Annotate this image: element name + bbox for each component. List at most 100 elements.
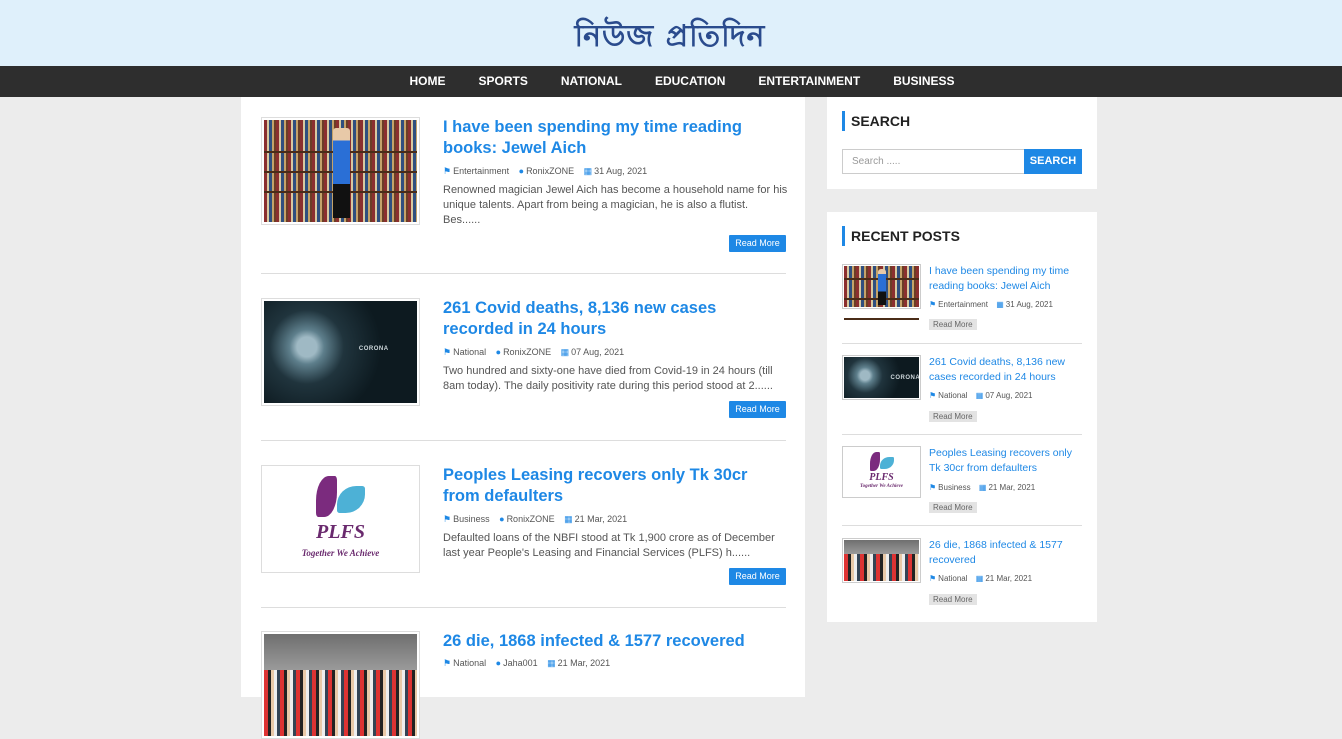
recent-post-image bbox=[844, 540, 919, 581]
post-card: PLFS Together We Achieve Peoples Leasing… bbox=[261, 465, 786, 590]
nav-item-sports[interactable]: SPORTS bbox=[462, 66, 544, 97]
recent-post-thumbnail[interactable] bbox=[842, 264, 921, 309]
post-image bbox=[264, 120, 417, 222]
tag-icon: ⚑ bbox=[929, 391, 937, 400]
divider bbox=[842, 525, 1082, 526]
recent-post-date: 21 Mar, 2021 bbox=[985, 574, 1033, 583]
nav-item-entertainment[interactable]: ENTERTAINMENT bbox=[742, 66, 877, 97]
read-more-button[interactable]: Read More bbox=[729, 235, 786, 252]
search-widget-title: SEARCH bbox=[842, 111, 910, 131]
tag-icon: ⚑ bbox=[443, 347, 452, 357]
post-excerpt: Two hundred and sixty-one have died from… bbox=[443, 365, 773, 392]
plfs-brand-text: PLFS bbox=[316, 521, 365, 544]
recent-post-item: PLFS Together We Achieve Peoples Leasing… bbox=[842, 446, 1082, 516]
recent-post-date: 07 Aug, 2021 bbox=[985, 391, 1033, 400]
calendar-icon: ▦ bbox=[547, 658, 556, 668]
post-category[interactable]: National bbox=[453, 347, 486, 357]
post-meta: ⚑ National ● RonixZONE ▦ 07 Aug, 2021 bbox=[443, 347, 624, 358]
recent-post-category[interactable]: Business bbox=[938, 483, 970, 492]
site-header: নিউজ প্রতিদিন bbox=[0, 0, 1342, 66]
post-date: 31 Aug, 2021 bbox=[594, 166, 648, 176]
tag-icon: ⚑ bbox=[929, 300, 937, 309]
post-category[interactable]: National bbox=[453, 658, 486, 668]
post-thumbnail[interactable]: PLFS Together We Achieve bbox=[261, 465, 420, 573]
post-date: 07 Aug, 2021 bbox=[571, 347, 625, 357]
post-title[interactable]: I have been spending my time reading boo… bbox=[443, 117, 788, 159]
calendar-icon: ▦ bbox=[560, 347, 570, 357]
plfs-logo-mark bbox=[880, 456, 894, 470]
recent-post-thumbnail[interactable] bbox=[842, 538, 921, 583]
post-image bbox=[264, 301, 417, 403]
post-thumbnail[interactable] bbox=[261, 298, 420, 406]
plfs-logo-mark bbox=[316, 476, 338, 517]
nav-list: HOME SPORTS NATIONAL EDUCATION ENTERTAIN… bbox=[393, 66, 971, 97]
recent-post-title[interactable]: Peoples Leasing recovers only Tk 30cr fr… bbox=[929, 446, 1084, 476]
post-card: I have been spending my time reading boo… bbox=[261, 117, 788, 257]
site-logo[interactable]: নিউজ প্রতিদিন bbox=[572, 12, 768, 63]
divider bbox=[842, 343, 1082, 344]
post-date: 21 Mar, 2021 bbox=[574, 514, 628, 524]
user-icon: ● bbox=[495, 347, 502, 357]
post-excerpt: Renowned magician Jewel Aich has become … bbox=[443, 184, 788, 226]
post-meta: ⚑ National ● Jaha001 ▦ 21 Mar, 2021 bbox=[443, 658, 610, 669]
plfs-logo-mark bbox=[869, 451, 880, 472]
recent-post-category[interactable]: Entertainment bbox=[938, 300, 988, 309]
post-author[interactable]: RonixZONE bbox=[507, 514, 555, 524]
recent-post-image: PLFS Together We Achieve bbox=[844, 448, 919, 496]
search-input[interactable]: Search ..... bbox=[842, 149, 1025, 174]
post-author[interactable]: RonixZONE bbox=[526, 166, 574, 176]
recent-post-meta: ⚑ National ▦ 21 Mar, 2021 bbox=[929, 574, 1032, 583]
search-button[interactable]: SEARCH bbox=[1024, 149, 1082, 174]
calendar-icon: ▦ bbox=[975, 391, 984, 400]
divider bbox=[842, 434, 1082, 435]
post-category[interactable]: Business bbox=[453, 514, 490, 524]
recent-post-thumbnail[interactable]: PLFS Together We Achieve bbox=[842, 446, 921, 498]
post-excerpt: Defaulted loans of the NBFI stood at Tk … bbox=[443, 532, 775, 559]
recent-post-thumbnail[interactable] bbox=[842, 355, 921, 400]
plfs-logo-mark bbox=[337, 486, 365, 513]
recent-post-date: 31 Aug, 2021 bbox=[1005, 300, 1053, 309]
post-category[interactable]: Entertainment bbox=[453, 166, 509, 176]
recent-post-meta: ⚑ National ▦ 07 Aug, 2021 bbox=[929, 391, 1032, 400]
nav-item-education[interactable]: EDUCATION bbox=[638, 66, 741, 97]
post-date: 21 Mar, 2021 bbox=[557, 658, 611, 668]
recent-post-category[interactable]: National bbox=[938, 391, 967, 400]
recent-read-more-button[interactable]: Read More bbox=[929, 502, 977, 513]
nav-item-business[interactable]: BUSINESS bbox=[877, 66, 971, 97]
recent-read-more-button[interactable]: Read More bbox=[929, 594, 977, 605]
search-widget: SEARCH Search ..... SEARCH bbox=[827, 97, 1097, 189]
post-author[interactable]: RonixZONE bbox=[503, 347, 551, 357]
recent-post-item: 261 Covid deaths, 8,136 new cases record… bbox=[842, 355, 1082, 425]
user-icon: ● bbox=[495, 658, 502, 668]
plfs-slogan-text: Together We Achieve bbox=[301, 547, 380, 558]
tag-icon: ⚑ bbox=[929, 483, 937, 492]
post-meta: ⚑ Business ● RonixZONE ▦ 21 Mar, 2021 bbox=[443, 514, 627, 525]
post-title[interactable]: Peoples Leasing recovers only Tk 30cr fr… bbox=[443, 465, 788, 507]
recent-read-more-button[interactable]: Read More bbox=[929, 411, 977, 422]
nav-item-national[interactable]: NATIONAL bbox=[544, 66, 638, 97]
post-author[interactable]: Jaha001 bbox=[503, 658, 538, 668]
divider bbox=[261, 440, 786, 441]
post-title[interactable]: 26 die, 1868 infected & 1577 recovered bbox=[443, 631, 788, 652]
post-thumbnail[interactable] bbox=[261, 117, 420, 225]
recent-post-title[interactable]: 26 die, 1868 infected & 1577 recovered bbox=[929, 538, 1084, 568]
nav-item-home[interactable]: HOME bbox=[393, 66, 462, 97]
read-more-button[interactable]: Read More bbox=[729, 568, 786, 585]
post-card: 26 die, 1868 infected & 1577 recovered ⚑… bbox=[261, 631, 788, 739]
post-image: PLFS Together We Achieve bbox=[264, 468, 417, 570]
tag-icon: ⚑ bbox=[443, 514, 452, 524]
recent-posts-widget: RECENT POSTS I have been spending my tim… bbox=[827, 212, 1097, 622]
post-card: 261 Covid deaths, 8,136 new cases record… bbox=[261, 298, 786, 423]
read-more-button[interactable]: Read More bbox=[729, 401, 786, 418]
recent-post-category[interactable]: National bbox=[938, 574, 967, 583]
recent-post-image bbox=[844, 266, 919, 307]
recent-post-image bbox=[844, 357, 920, 398]
post-title[interactable]: 261 Covid deaths, 8,136 new cases record… bbox=[443, 298, 788, 340]
tag-icon: ⚑ bbox=[929, 574, 937, 583]
recent-post-title[interactable]: 261 Covid deaths, 8,136 new cases record… bbox=[929, 355, 1084, 385]
user-icon: ● bbox=[518, 166, 525, 176]
recent-read-more-button[interactable]: Read More bbox=[929, 319, 977, 330]
divider bbox=[261, 273, 786, 274]
post-thumbnail[interactable] bbox=[261, 631, 420, 739]
recent-post-title[interactable]: I have been spending my time reading boo… bbox=[929, 264, 1084, 294]
